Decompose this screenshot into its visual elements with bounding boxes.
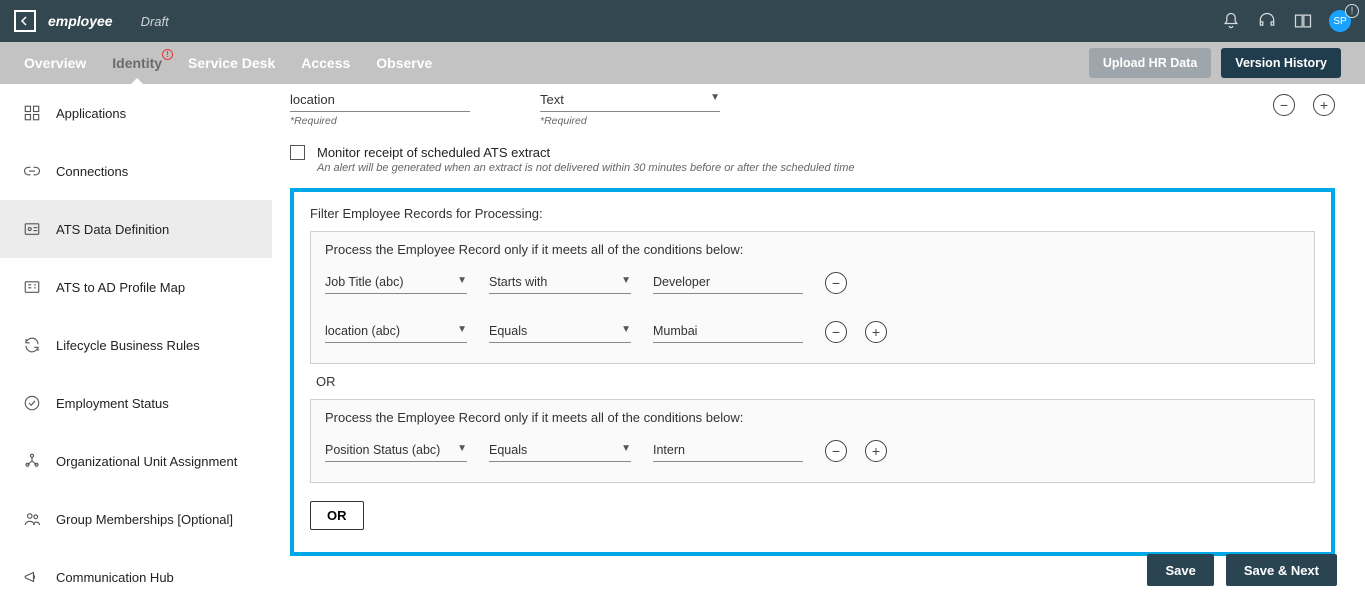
condition-row: Position Status (abc)▼ Equals▼ − + [325,439,1300,462]
top-bar: employee Draft SP ! [0,0,1365,42]
users-icon [22,510,42,528]
condition-group-desc: Process the Employee Record only if it m… [325,410,1300,425]
or-separator: OR [316,374,1315,389]
condition-operator-select[interactable]: Equals▼ [489,439,631,462]
monitor-checkbox-row: Monitor receipt of scheduled ATS extract [290,145,1335,160]
chevron-down-icon: ▼ [457,324,467,338]
chevron-down-icon: ▼ [710,92,720,107]
nav-bar: Overview Identity ! Service Desk Access … [0,42,1365,84]
remove-condition-button[interactable]: − [825,272,847,294]
chevron-down-icon: ▼ [621,324,631,338]
sidebar-item-label: ATS to AD Profile Map [56,280,185,295]
condition-value-input[interactable] [653,439,803,462]
chevron-down-icon: ▼ [457,275,467,289]
sidebar-item-label: Applications [56,106,126,121]
condition-field-select[interactable]: location (abc)▼ [325,320,467,343]
condition-field-select[interactable]: Job Title (abc)▼ [325,271,467,294]
book-icon[interactable] [1293,11,1313,31]
monitor-label: Monitor receipt of scheduled ATS extract [317,145,550,160]
footer-actions: Save Save & Next [1147,544,1365,596]
save-next-button[interactable]: Save & Next [1226,554,1337,586]
sidebar-item-label: ATS Data Definition [56,222,169,237]
chevron-down-icon: ▼ [457,443,467,457]
sidebar-item-label: Lifecycle Business Rules [56,338,200,353]
condition-value-input[interactable] [653,271,803,294]
chevron-down-icon: ▼ [621,443,631,457]
id-card-icon [22,220,42,238]
headset-icon[interactable] [1257,11,1277,31]
add-condition-button[interactable]: + [865,321,887,343]
content-area: location *Required Text ▼ *Required − + [272,84,1365,596]
condition-value-input[interactable] [653,320,803,343]
sidebar-item-label: Organizational Unit Assignment [56,454,237,469]
check-circle-icon [22,394,42,412]
condition-row: Job Title (abc)▼ Starts with▼ − [325,271,1300,294]
org-icon [22,452,42,470]
sidebar-item-communication-hub[interactable]: Communication Hub [0,548,272,596]
tab-overview[interactable]: Overview [24,55,86,71]
bell-icon[interactable] [1221,11,1241,31]
condition-operator-select[interactable]: Starts with▼ [489,271,631,294]
condition-group: Process the Employee Record only if it m… [310,231,1315,364]
sidebar-item-employment-status[interactable]: Employment Status [0,374,272,432]
tab-observe[interactable]: Observe [376,55,432,71]
sidebar-item-ats-to-ad[interactable]: ATS to AD Profile Map [0,258,272,316]
app-title: employee [48,13,113,29]
add-or-group-button[interactable]: OR [310,501,364,530]
condition-operator-select[interactable]: Equals▼ [489,320,631,343]
profile-map-icon [22,278,42,296]
monitor-hint: An alert will be generated when an extra… [317,162,1335,174]
chevron-down-icon: ▼ [621,275,631,289]
sidebar: Applications Connections ATS Data Defini… [0,84,272,596]
version-history-button[interactable]: Version History [1221,48,1341,78]
save-button[interactable]: Save [1147,554,1213,586]
add-condition-button[interactable]: + [865,440,887,462]
field-row: location *Required Text ▼ *Required − + [290,88,1335,127]
sidebar-item-ou-assignment[interactable]: Organizational Unit Assignment [0,432,272,490]
sidebar-item-lifecycle[interactable]: Lifecycle Business Rules [0,316,272,374]
remove-condition-button[interactable]: − [825,440,847,462]
add-field-button[interactable]: + [1313,94,1335,116]
grid-icon [22,104,42,122]
upload-hr-data-button[interactable]: Upload HR Data [1089,48,1211,78]
avatar-badge-icon: ! [1345,4,1359,18]
required-hint: *Required [290,115,470,127]
megaphone-icon [22,568,42,586]
tab-access[interactable]: Access [301,55,350,71]
sidebar-item-label: Connections [56,164,128,179]
condition-field-select[interactable]: Position Status (abc)▼ [325,439,467,462]
sidebar-item-label: Communication Hub [56,570,174,585]
status-label: Draft [141,14,169,29]
sidebar-item-ats-data-definition[interactable]: ATS Data Definition [0,200,272,258]
avatar-initials: SP [1333,16,1346,27]
filter-highlight-box: Filter Employee Records for Processing: … [290,188,1335,556]
condition-group-desc: Process the Employee Record only if it m… [325,242,1300,257]
link-icon [22,162,42,180]
avatar[interactable]: SP ! [1329,10,1351,32]
remove-condition-button[interactable]: − [825,321,847,343]
remove-field-button[interactable]: − [1273,94,1295,116]
field-name-input[interactable]: location [290,88,470,112]
sidebar-item-group-memberships[interactable]: Group Memberships [Optional] [0,490,272,548]
back-icon[interactable] [14,10,36,32]
condition-group: Process the Employee Record only if it m… [310,399,1315,483]
required-hint: *Required [540,115,720,127]
monitor-checkbox[interactable] [290,145,305,160]
field-type-select[interactable]: Text ▼ [540,88,720,112]
tab-identity[interactable]: Identity ! [112,55,162,71]
refresh-icon [22,336,42,354]
filter-section-title: Filter Employee Records for Processing: [310,206,1315,221]
sidebar-item-label: Group Memberships [Optional] [56,512,233,527]
tab-service-desk[interactable]: Service Desk [188,55,275,71]
sidebar-item-applications[interactable]: Applications [0,84,272,142]
sidebar-item-label: Employment Status [56,396,169,411]
alert-badge-icon: ! [162,49,173,60]
condition-row: location (abc)▼ Equals▼ − + [325,320,1300,343]
sidebar-item-connections[interactable]: Connections [0,142,272,200]
